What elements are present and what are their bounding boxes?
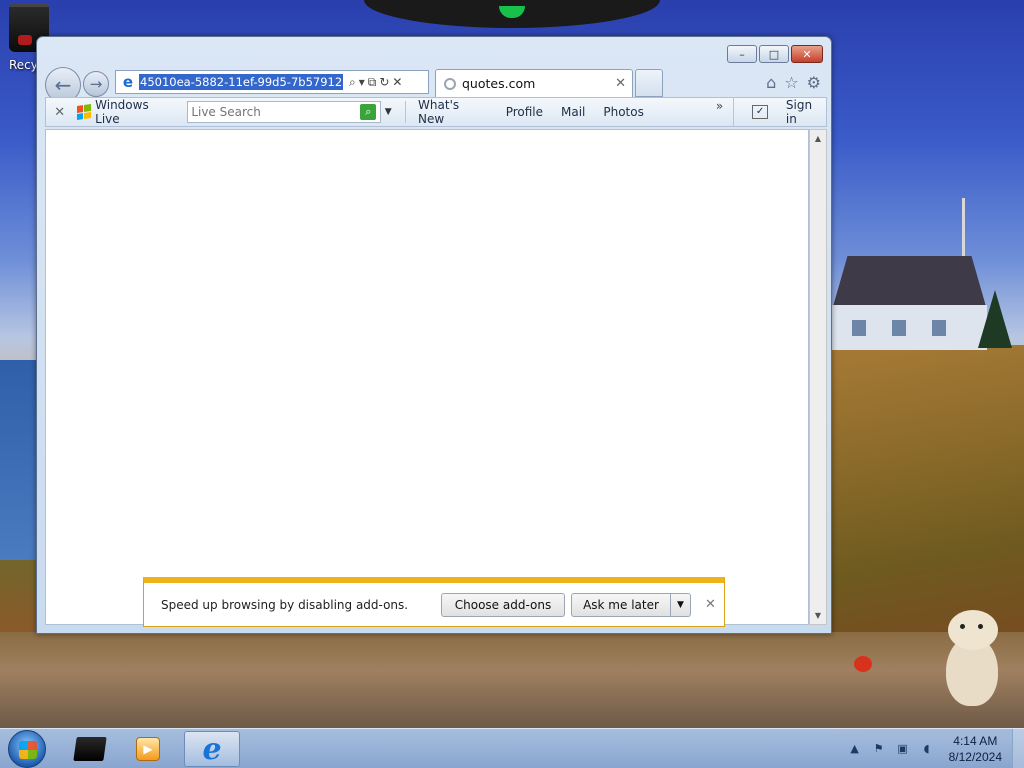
notification-close-icon[interactable]: ✕ — [705, 597, 716, 612]
ask-me-later-button[interactable]: Ask me later ▼ — [571, 592, 691, 617]
link-photos[interactable]: Photos — [603, 105, 643, 119]
windows-live-label: Windows Live — [95, 98, 149, 126]
address-dropdown-icon[interactable]: ▾ — [359, 75, 365, 89]
clock-time: 4:14 AM — [953, 734, 998, 748]
toolbar-separator — [733, 97, 735, 127]
minimize-button[interactable]: – — [727, 45, 757, 63]
address-bar[interactable]: e 45010ea-5882-11ef-99d5-7b579123ef49 ⌕ … — [115, 70, 429, 94]
search-icon[interactable]: ⌕ — [349, 75, 356, 90]
window-controls: – □ ✕ — [727, 45, 823, 63]
notification-message: Speed up browsing by disabling add-ons. — [161, 597, 409, 612]
home-icon[interactable]: ⌂ — [766, 73, 776, 92]
scroll-down-icon[interactable]: ▼ — [810, 611, 826, 620]
start-button[interactable] — [8, 730, 46, 768]
action-center-icon[interactable]: ⚑ — [871, 742, 887, 756]
ask-me-later-dropdown-icon[interactable]: ▼ — [670, 593, 690, 616]
taskbar-internet-explorer[interactable]: e — [184, 731, 240, 767]
taskbar-media-player[interactable]: ▶ — [120, 731, 176, 767]
favorites-star-icon[interactable]: ☆ — [784, 73, 798, 92]
link-whats-new[interactable]: What's New — [418, 98, 488, 126]
live-search-box: ⌕ — [187, 101, 382, 123]
wallpaper-house — [832, 250, 987, 350]
wallpaper-apple — [854, 656, 872, 672]
internet-explorer-icon: e — [202, 731, 222, 767]
address-tools: ⌕ ▾ ⧉ ↻ ✕ — [349, 75, 402, 90]
show-desktop-button[interactable] — [1012, 729, 1024, 768]
windows-live-toolbar: ✕ Windows Live ⌕ ▼ What's New Profile Ma… — [45, 97, 827, 127]
toolbar-separator — [405, 101, 407, 123]
loading-spinner-icon — [444, 77, 456, 90]
maximize-button[interactable]: □ — [759, 45, 789, 63]
stop-icon[interactable]: ✕ — [392, 75, 402, 89]
media-player-icon: ▶ — [136, 737, 160, 761]
vertical-scrollbar[interactable]: ▲ ▼ — [809, 129, 827, 625]
choose-addons-button[interactable]: Choose add-ons — [441, 592, 565, 617]
new-tab-button[interactable] — [635, 69, 663, 97]
network-icon[interactable]: ▣ — [895, 742, 911, 756]
checkbox-icon[interactable]: ✓ — [752, 105, 768, 119]
page-content[interactable] — [45, 129, 809, 625]
toolbar-close-icon[interactable]: ✕ — [46, 105, 73, 120]
wallpaper-rocks — [0, 632, 1024, 728]
forward-button[interactable]: → — [83, 71, 109, 97]
tab-title: quotes.com — [462, 76, 536, 91]
address-url[interactable]: 45010ea-5882-11ef-99d5-7b579123ef49 — [139, 74, 343, 90]
link-mail[interactable]: Mail — [561, 105, 585, 119]
clock-date: 8/12/2024 — [948, 750, 1002, 764]
taskbar: ▶ e ▲ ⚑ ▣ ◖ 4:14 AM 8/12/2024 — [0, 728, 1024, 768]
close-window-button[interactable]: ✕ — [791, 45, 823, 63]
taskbar-file-explorer[interactable] — [62, 731, 118, 767]
folder-icon — [73, 737, 107, 761]
tab-close-icon[interactable]: ✕ — [615, 76, 626, 91]
search-go-icon[interactable]: ⌕ — [360, 104, 377, 120]
search-dropdown-icon[interactable]: ▼ — [381, 107, 395, 117]
gear-icon[interactable]: ⚙ — [807, 73, 821, 92]
command-icons: ⌂ ☆ ⚙ — [766, 73, 821, 92]
ask-me-later-label: Ask me later — [583, 597, 659, 612]
system-tray: ▲ ⚑ ▣ ◖ 4:14 AM 8/12/2024 — [843, 729, 1024, 768]
compatibility-view-icon[interactable]: ⧉ — [368, 75, 377, 90]
volume-icon[interactable]: ◖ — [919, 742, 935, 756]
wallpaper-sea — [0, 360, 40, 560]
more-links-chevron-icon[interactable]: » — [716, 99, 723, 113]
ie-page-icon: e — [122, 73, 134, 91]
arrow-left-icon: ← — [54, 73, 72, 97]
browser-window: – □ ✕ ← → e 45010ea-5882-11ef-99d5-7b579… — [36, 36, 832, 634]
windows-flag-icon — [77, 104, 92, 120]
hamster-gadget[interactable] — [940, 610, 1002, 706]
show-hidden-icons-icon[interactable]: ▲ — [847, 742, 863, 756]
refresh-icon[interactable]: ↻ — [379, 75, 389, 89]
scroll-up-icon[interactable]: ▲ — [810, 134, 826, 143]
link-profile[interactable]: Profile — [506, 105, 543, 119]
addons-notification-bar: Speed up browsing by disabling add-ons. … — [143, 577, 725, 627]
clock[interactable]: 4:14 AM 8/12/2024 — [949, 733, 1002, 765]
desktop-gadget[interactable] — [364, 0, 660, 28]
live-search-input[interactable] — [188, 105, 361, 119]
tab-quotes[interactable]: quotes.com ✕ — [435, 69, 633, 97]
sign-in-link[interactable]: Sign in — [786, 98, 826, 126]
windows-live-brand[interactable]: Windows Live — [73, 98, 183, 126]
navigation-bar: ← → e 45010ea-5882-11ef-99d5-7b579123ef4… — [43, 67, 827, 103]
arrow-right-icon: → — [89, 75, 103, 93]
